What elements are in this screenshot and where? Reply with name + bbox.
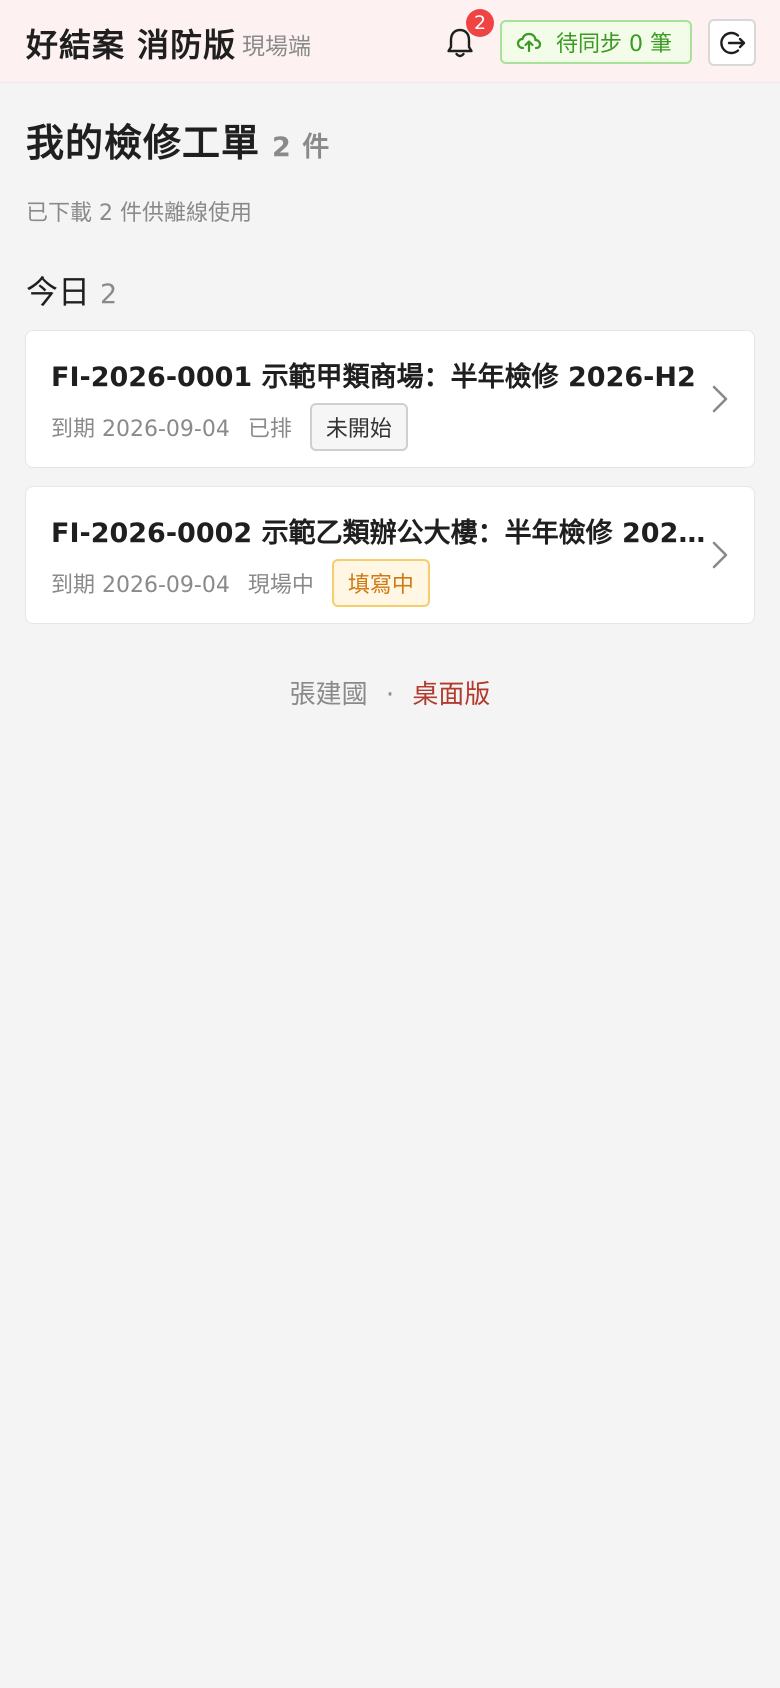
work-order-meta: 到期 2026-09-04 已排 未開始 (51, 403, 408, 451)
section-header-today: 今日 2 (26, 267, 117, 313)
footer: 張建國 · 桌面版 (0, 674, 780, 711)
cloud-sync-icon (516, 32, 542, 53)
pending-sync-label: 待同步 0 筆 (556, 32, 672, 57)
schedule-status: 現場中 (247, 573, 314, 598)
chevron-right-icon (712, 385, 728, 413)
due-date: 到期 2026-09-04 (51, 573, 230, 598)
progress-tag: 未開始 (309, 403, 408, 451)
page-title: 我的檢修工單 2 件 (26, 112, 330, 167)
logout-button[interactable] (708, 19, 756, 66)
work-order-meta: 到期 2026-09-04 現場中 填寫中 (51, 559, 430, 607)
due-date: 到期 2026-09-04 (51, 417, 230, 442)
current-user: 張建國 (289, 680, 368, 710)
notification-badge: 2 (466, 9, 494, 37)
app-header: 好結案 消防版 現場端 2 待同步 0 筆 (0, 0, 780, 83)
logout-icon (720, 31, 746, 54)
work-order-title: FI-2026-0002 示範乙類辦公大樓：半年檢修 2026-H2 (51, 518, 711, 549)
schedule-status: 已排 (247, 417, 292, 442)
app-name: 好結案 消防版 (26, 26, 237, 64)
work-order-card[interactable]: FI-2026-0001 示範甲類商場：半年檢修 2026-H2 到期 2026… (25, 330, 755, 468)
work-order-title: FI-2026-0001 示範甲類商場：半年檢修 2026-H2 (51, 362, 696, 393)
work-order-card[interactable]: FI-2026-0002 示範乙類辦公大樓：半年檢修 2026-H2 到期 20… (25, 486, 755, 624)
section-title: 今日 (26, 273, 91, 311)
pending-sync-button[interactable]: 待同步 0 筆 (500, 20, 692, 64)
page-title-text: 我的檢修工單 (26, 121, 261, 165)
section-count: 2 (100, 279, 118, 310)
footer-separator: · (385, 680, 395, 710)
progress-tag: 填寫中 (331, 559, 430, 607)
offline-download-note: 已下載 2 件供離線使用 (26, 201, 252, 226)
app-mode-label: 現場端 (242, 34, 311, 60)
chevron-right-icon (712, 541, 728, 569)
page-count: 2 件 (272, 132, 331, 163)
desktop-version-link[interactable]: 桌面版 (412, 680, 490, 710)
